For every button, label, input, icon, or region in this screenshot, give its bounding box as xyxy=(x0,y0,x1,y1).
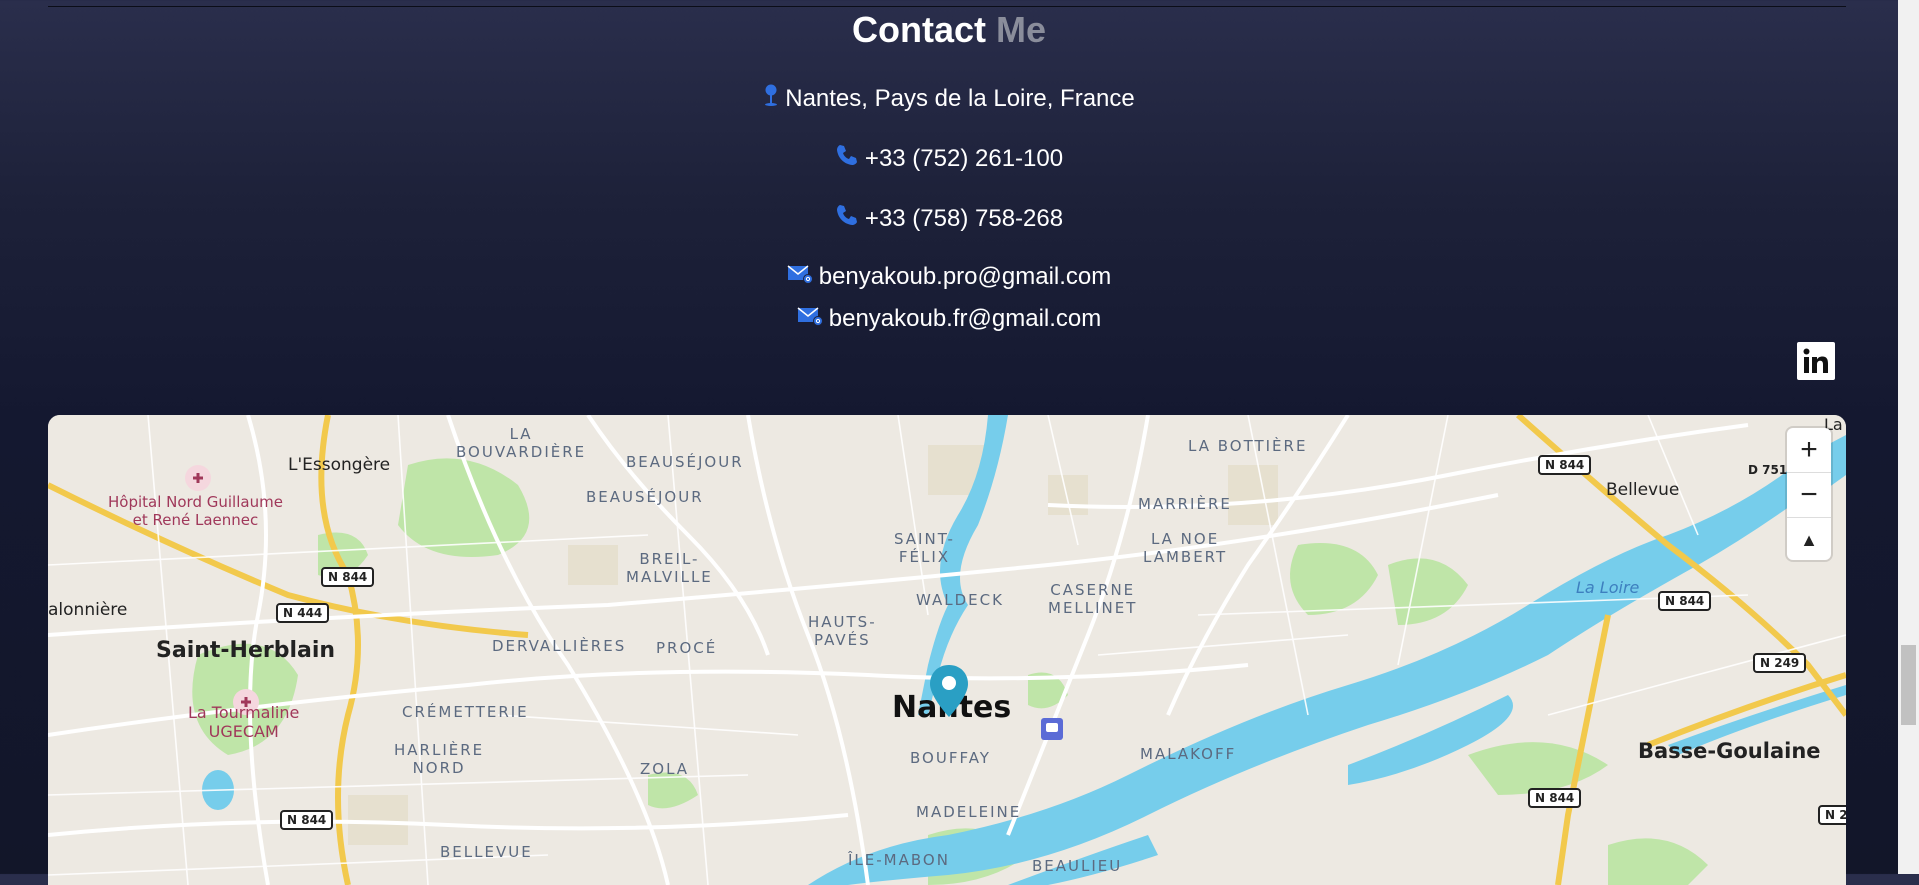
phone-icon xyxy=(835,143,865,174)
map-label-malakoff: MALAKOFF xyxy=(1140,745,1237,763)
title-main: Contact xyxy=(851,9,986,50)
road-label: D 751 xyxy=(1748,463,1788,477)
map-label-bouvardiere: LA BOUVARDIÈRE xyxy=(456,425,587,461)
map-label-madeleine: MADELEINE xyxy=(916,803,1022,821)
map-label-beausejour-2: BEAUSÉJOUR xyxy=(586,488,704,506)
zoom-in-button[interactable]: + xyxy=(1787,428,1831,473)
email-link-2[interactable]: benyakoub.fr@gmail.com xyxy=(829,305,1101,333)
page-scrollbar[interactable] xyxy=(1898,0,1919,874)
map-label-saint-felix: SAINT- FÉLIX xyxy=(894,530,955,566)
phone-link-2[interactable]: +33 (758) 758-268 xyxy=(865,205,1063,233)
location-map[interactable]: L'Essongère LA BOUVARDIÈRE BEAUSÉJOUR BE… xyxy=(48,415,1846,885)
page-title: Contact Me xyxy=(0,6,1898,54)
email-icon xyxy=(797,305,829,333)
compass-icon: ▲ xyxy=(1800,529,1818,550)
map-label-tourmaline: La Tourmaline UGECAM xyxy=(188,703,300,741)
map-label-saint-herblain: Saint-Herblain xyxy=(156,638,336,663)
road-shield: N 249 xyxy=(1753,653,1807,673)
road-shield: N 2 xyxy=(1818,805,1846,825)
road-shield: N 844 xyxy=(321,567,375,587)
map-label-bottiere: LA BOTTIÈRE xyxy=(1188,437,1308,455)
scrollbar-thumb[interactable] xyxy=(1901,645,1916,725)
phone-link-1[interactable]: +33 (752) 261-100 xyxy=(865,145,1063,173)
map-label-hopital: Hôpital Nord Guillaume et René Laennec xyxy=(108,493,283,529)
phone-row-2[interactable]: +33 (758) 758-268 xyxy=(0,203,1898,234)
linkedin-icon[interactable] xyxy=(1797,342,1835,380)
map-label-alonniere: alonnière xyxy=(48,600,128,620)
map-label-beausejour-1: BEAUSÉJOUR xyxy=(626,453,744,471)
map-label-cremetterie: CRÉMETTERIE xyxy=(402,703,529,721)
map-label-la-loire: La Loire xyxy=(1576,578,1640,597)
map-label-essongere: L'Essongère xyxy=(288,455,391,475)
map-label-basse-goulaine: Basse-Goulaine xyxy=(1638,739,1821,763)
map-label-bouffay: BOUFFAY xyxy=(910,749,991,767)
map-controls: + − ▲ xyxy=(1787,428,1831,560)
location-pin-icon xyxy=(763,83,785,114)
map-label-breil: BREIL- MALVILLE xyxy=(626,550,713,586)
road-shield: N 844 xyxy=(1538,455,1592,475)
address-text: Nantes, Pays de la Loire, France xyxy=(785,84,1135,112)
map-label-waldeck: WALDECK xyxy=(916,591,1004,609)
map-label-hauts-paves: HAUTS- PAVÉS xyxy=(808,613,877,649)
map-label-noe-lambert: LA NOE LAMBERT xyxy=(1143,530,1228,566)
zoom-out-button[interactable]: − xyxy=(1787,473,1831,518)
map-label-caserne: CASERNE MELLINET xyxy=(1048,581,1138,617)
map-label-harliere: HARLIÈRE NORD xyxy=(394,741,485,777)
map-label-beaulieu: BEAULIEU xyxy=(1032,857,1123,875)
road-shield: N 844 xyxy=(1528,788,1582,808)
email-icon xyxy=(787,263,819,291)
phone-icon xyxy=(835,203,865,234)
reset-north-button[interactable]: ▲ xyxy=(1787,518,1831,562)
road-shield: N 844 xyxy=(280,810,334,830)
map-label-marriere: MARRIÈRE xyxy=(1138,495,1232,513)
map-label-proce: PROCÉ xyxy=(656,639,718,657)
map-marker-icon[interactable] xyxy=(928,663,970,719)
email-row-1[interactable]: benyakoub.pro@gmail.com xyxy=(0,263,1898,291)
map-label-ile-mabon: ÎLE-MABON xyxy=(848,851,950,869)
address-row: Nantes, Pays de la Loire, France xyxy=(0,83,1898,114)
email-row-2[interactable]: benyakoub.fr@gmail.com xyxy=(0,305,1898,333)
phone-row-1[interactable]: +33 (752) 261-100 xyxy=(0,143,1898,174)
map-label-bellevue-sw: BELLEVUE xyxy=(440,843,533,861)
map-label-bellevue-ne: Bellevue xyxy=(1606,480,1680,500)
map-label-dervallieres: DERVALLIÈRES xyxy=(492,637,627,655)
email-link-1[interactable]: benyakoub.pro@gmail.com xyxy=(819,263,1112,291)
title-accent: Me xyxy=(996,9,1047,50)
road-shield: N 444 xyxy=(276,603,330,623)
map-label-zola: ZOLA xyxy=(640,760,690,778)
road-shield: N 844 xyxy=(1658,591,1712,611)
